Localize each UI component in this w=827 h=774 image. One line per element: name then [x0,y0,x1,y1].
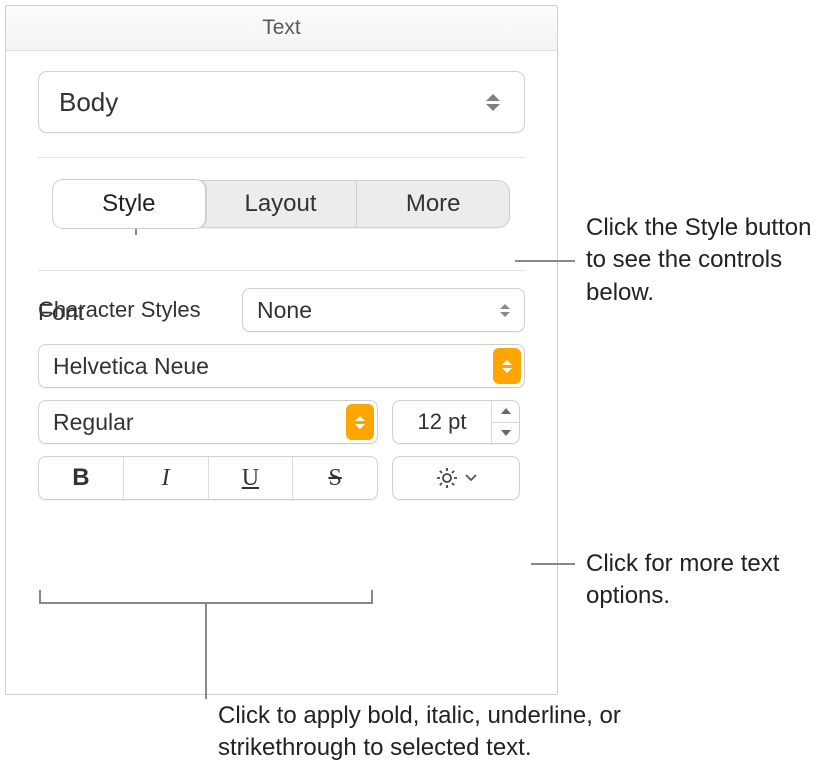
bold-button[interactable]: B [39,457,124,499]
tab-more[interactable]: More [357,181,509,227]
strike-button[interactable]: S [293,457,377,499]
triangle-down-icon [501,430,511,436]
strike-glyph: S [328,465,341,492]
paragraph-style-section: Body [6,51,557,158]
tab-style[interactable]: Style [53,180,206,228]
tab-style-label: Style [102,190,155,218]
chevron-up-down-icon [486,91,504,113]
tab-layout[interactable]: Layout [205,181,358,227]
divider [38,157,525,158]
callout-gear-text: Click for more text options. [586,550,779,609]
character-styles-label: Character Styles [38,297,228,323]
size-increase-button[interactable] [492,401,519,423]
callout-leader-line [515,260,575,262]
chevron-up-down-icon [500,304,520,317]
triangle-up-icon [501,408,511,414]
callout-text: Click the Style button to see the contro… [586,212,821,309]
font-weight-popup[interactable]: Regular [38,400,378,444]
text-style-button-group: B I U S [38,456,378,500]
character-styles-value: None [257,297,312,324]
font-family-value: Helvetica Neue [53,353,209,380]
paragraph-style-popup[interactable]: Body [38,71,525,133]
callout-bius-text: Click to apply bold, italic, underline, … [218,702,621,761]
italic-button[interactable]: I [124,457,209,499]
underline-glyph: U [242,465,259,492]
font-size-value: 12 pt [393,409,491,435]
callout-tabs-text: Click the Style button to see the contro… [586,214,811,306]
character-styles-popup[interactable]: None [242,288,525,332]
divider [38,270,525,271]
panel-title: Text [6,6,557,51]
popup-stepper-icon [493,348,521,384]
paragraph-style-value: Body [59,87,118,118]
font-family-popup[interactable]: Helvetica Neue [38,344,525,388]
font-section: Font Helvetica Neue Regular 12 pt [6,228,557,332]
gear-icon [435,466,459,490]
tab-more-label: More [406,190,461,218]
advanced-options-button[interactable] [392,456,520,500]
callout-text: Click for more text options. [586,548,786,613]
font-size-stepper[interactable]: 12 pt [392,400,520,444]
callout-leader-line [205,604,207,699]
italic-glyph: I [162,465,170,492]
callout-bracket [39,590,373,604]
stepper-buttons [491,401,519,443]
callout-leader-line [531,563,575,565]
panel-title-text: Text [262,16,301,40]
tab-layout-label: Layout [244,190,316,218]
bold-glyph: B [72,464,89,492]
size-decrease-button[interactable] [492,423,519,444]
tab-segmented-control: Style Layout More [53,180,510,228]
underline-button[interactable]: U [209,457,294,499]
chevron-down-icon [465,474,477,482]
font-weight-value: Regular [53,409,134,436]
callout-text: Click to apply bold, italic, underline, … [218,700,688,765]
popup-stepper-icon [346,404,374,440]
